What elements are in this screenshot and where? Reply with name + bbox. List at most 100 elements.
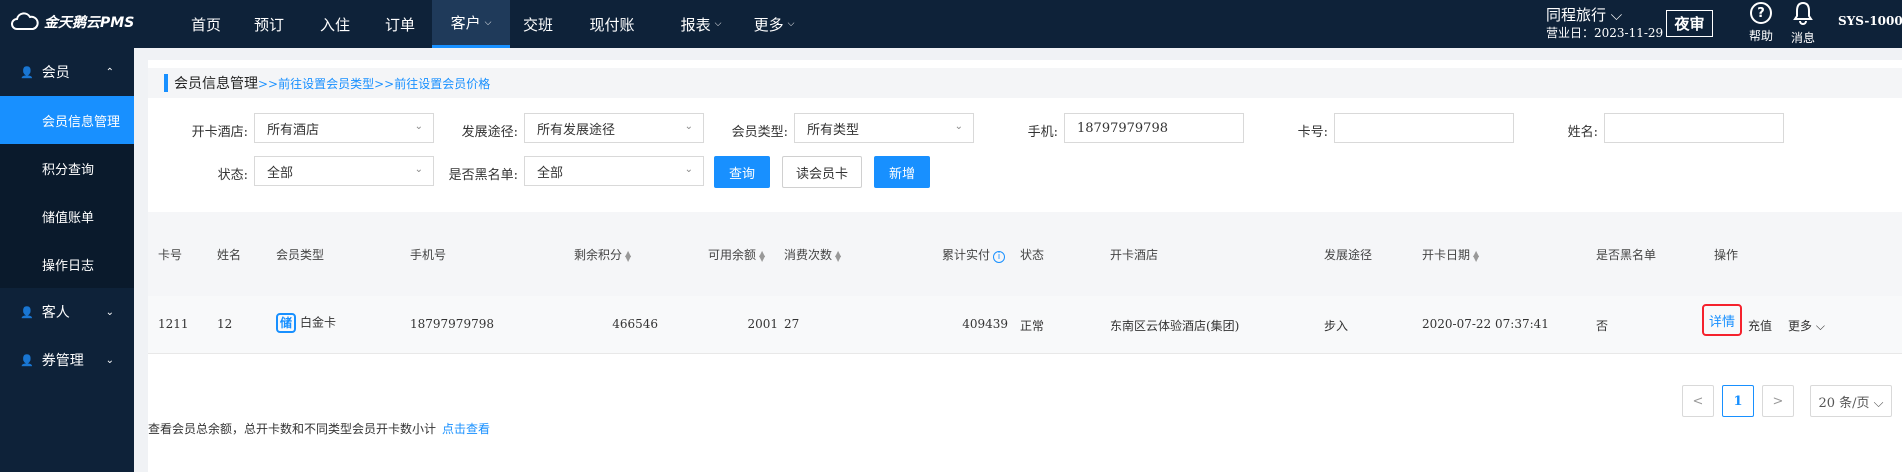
nav-reports[interactable]: 报表 ⌵: [658, 0, 744, 48]
next-page-button[interactable]: >: [1762, 385, 1794, 417]
question-icon: ?: [1750, 2, 1772, 24]
info-icon[interactable]: i: [993, 251, 1006, 263]
chevron-down-icon: ⌄: [414, 121, 423, 132]
sidebar-item-points[interactable]: 积分查询: [0, 144, 134, 192]
cell-total-paid: 409439: [962, 317, 1008, 331]
hotel-select[interactable]: 所有酒店 ⌄: [254, 113, 434, 143]
nav-label: 预订: [253, 15, 284, 34]
nav-customers[interactable]: 客户 ⌵: [432, 0, 510, 48]
sort-icon: ▲ ▼: [759, 248, 766, 263]
cell-open-date: 2020-07-22 07:37:41: [1422, 317, 1549, 331]
blacklist-select[interactable]: 全部 ⌄: [524, 156, 704, 186]
input-value: 18797979798: [1077, 120, 1168, 136]
sidebar-item-operation-log[interactable]: 操作日志: [0, 240, 134, 288]
nav-orders[interactable]: 订单: [368, 0, 432, 48]
recharge-link[interactable]: 充值: [1748, 317, 1772, 334]
sidebar-item-member-info[interactable]: 会员信息管理: [0, 96, 134, 144]
detail-link[interactable]: 详情: [1702, 304, 1742, 336]
col-points[interactable]: 剩余积分 ▲ ▼: [574, 246, 631, 263]
cell-balance: 2001: [747, 317, 778, 331]
page-size-select[interactable]: 20 条/页 ⌵: [1810, 385, 1892, 417]
main-panel: 会员信息管理 >>前往设置会员类型 >>前往设置会员价格 开卡酒店: 所有酒店 ⌄…: [148, 60, 1902, 472]
col-status: 状态: [1020, 248, 1045, 262]
prev-page-button[interactable]: <: [1682, 385, 1714, 417]
chevron-up-icon: ⌃: [105, 66, 114, 78]
page-title: 会员信息管理: [174, 76, 258, 92]
person-icon: 👤: [20, 305, 34, 319]
sidebar-item-label: 会员信息管理: [42, 114, 121, 130]
page-header: 会员信息管理 >>前往设置会员类型 >>前往设置会员价格: [148, 68, 1902, 98]
brand-name: 金天鹅云PMS: [44, 15, 135, 31]
user-menu[interactable]: SYS-10009 ⌵: [1838, 14, 1902, 29]
sort-icon: ▲ ▼: [835, 248, 842, 263]
brand-logo[interactable]: 金天鹅云PMS: [10, 12, 134, 32]
stored-value-badge: 储: [276, 313, 296, 333]
query-button[interactable]: 查询: [714, 156, 770, 188]
main-nav: 首页 预订 入住 订单 客户 ⌵ 交班 现付账 报表 ⌵ 更多 ⌵: [176, 0, 804, 48]
sidebar-group-guest[interactable]: 👤 客人 ⌄: [0, 288, 134, 336]
nav-booking[interactable]: 预订: [236, 0, 302, 48]
cell-visits: 27: [784, 317, 800, 331]
chevron-down-icon: ⌵: [714, 19, 722, 29]
select-value: 全部: [537, 165, 564, 181]
nav-home[interactable]: 首页: [176, 0, 236, 48]
col-total-paid: 累计实付 i: [942, 246, 1006, 263]
link-member-type-settings[interactable]: >>前往设置会员类型: [258, 75, 374, 92]
nav-cash-account[interactable]: 现付账: [566, 0, 658, 48]
link-member-price-settings[interactable]: >>前往设置会员价格: [374, 75, 490, 92]
channel-select[interactable]: 所有发展途径 ⌄: [524, 113, 704, 143]
col-open-date[interactable]: 开卡日期 ▲ ▼: [1422, 246, 1479, 263]
add-member-button[interactable]: 新增: [874, 156, 930, 188]
nav-label: 交班: [522, 15, 553, 34]
hotel-switcher[interactable]: 同程旅行 ⌵: [1546, 4, 1622, 25]
status-select[interactable]: 全部 ⌄: [254, 156, 434, 186]
col-visits[interactable]: 消费次数 ▲ ▼: [784, 246, 841, 263]
col-channel: 发展途径: [1324, 248, 1373, 262]
cell-channel: 步入: [1324, 319, 1349, 333]
col-hotel: 开卡酒店: [1110, 248, 1159, 262]
sort-icon: ▲ ▼: [1473, 248, 1480, 263]
col-label: 剩余积分: [574, 248, 623, 262]
hotel-filter-label: 开卡酒店:: [191, 125, 248, 140]
chevron-down-icon: ⌵: [787, 19, 795, 29]
night-audit-button[interactable]: 夜审: [1666, 10, 1713, 37]
chevron-down-icon: ⌵: [484, 17, 492, 28]
chevron-down-icon: ⌄: [105, 354, 114, 366]
read-card-button[interactable]: 读会员卡: [782, 156, 862, 188]
member-type-filter-label: 会员类型:: [731, 125, 788, 140]
col-balance[interactable]: 可用余额 ▲ ▼: [708, 246, 765, 263]
phone-input[interactable]: 18797979798: [1064, 113, 1244, 143]
nav-more[interactable]: 更多 ⌵: [744, 0, 804, 48]
nav-label: 客户: [450, 14, 481, 32]
chevron-down-icon: ⌄: [684, 121, 693, 132]
status-filter-label: 状态:: [217, 168, 248, 183]
nav-label: 更多: [753, 15, 784, 34]
nav-label: 现付账: [589, 15, 635, 34]
name-filter-label: 姓名:: [1567, 125, 1598, 140]
sidebar-group-label: 会员: [41, 65, 70, 81]
messages-button[interactable]: 消息: [1786, 0, 1820, 46]
col-member-type: 会员类型: [276, 248, 325, 262]
nav-checkin[interactable]: 入住: [302, 0, 368, 48]
top-navigation-bar: 金天鹅云PMS 首页 预订 入住 订单 客户 ⌵ 交班 现付账 报表 ⌵ 更多 ⌵ 同…: [0, 0, 1902, 48]
view-summary-link[interactable]: 点击查看: [442, 422, 490, 436]
chevron-down-icon: ⌄: [414, 164, 423, 175]
sidebar-item-label: 操作日志: [42, 258, 95, 274]
name-input[interactable]: [1604, 113, 1784, 143]
member-type-select[interactable]: 所有类型 ⌄: [794, 113, 974, 143]
table-row: 1211 12 储白金卡 18797979798 466546 2001 27 …: [148, 296, 1902, 354]
nav-label: 报表: [680, 15, 711, 34]
sidebar-group-coupon[interactable]: 👤 券管理 ⌄: [0, 336, 134, 384]
help-button[interactable]: ? 帮助: [1744, 0, 1778, 44]
title-accent-bar: [164, 74, 168, 92]
sidebar-item-label: 储值账单: [42, 210, 95, 226]
card-number-input[interactable]: [1334, 113, 1514, 143]
page-1-button[interactable]: 1: [1722, 385, 1754, 417]
sidebar-item-stored-value[interactable]: 储值账单: [0, 192, 134, 240]
more-actions-link[interactable]: 更多 ⌵: [1788, 317, 1825, 334]
business-date: 营业日：2023-11-29: [1546, 26, 1664, 40]
member-type-text: 白金卡: [300, 315, 337, 330]
cell-member-type: 储白金卡: [276, 313, 336, 333]
nav-shift[interactable]: 交班: [510, 0, 566, 48]
sidebar-group-member[interactable]: 👤 会员 ⌃: [0, 48, 134, 96]
